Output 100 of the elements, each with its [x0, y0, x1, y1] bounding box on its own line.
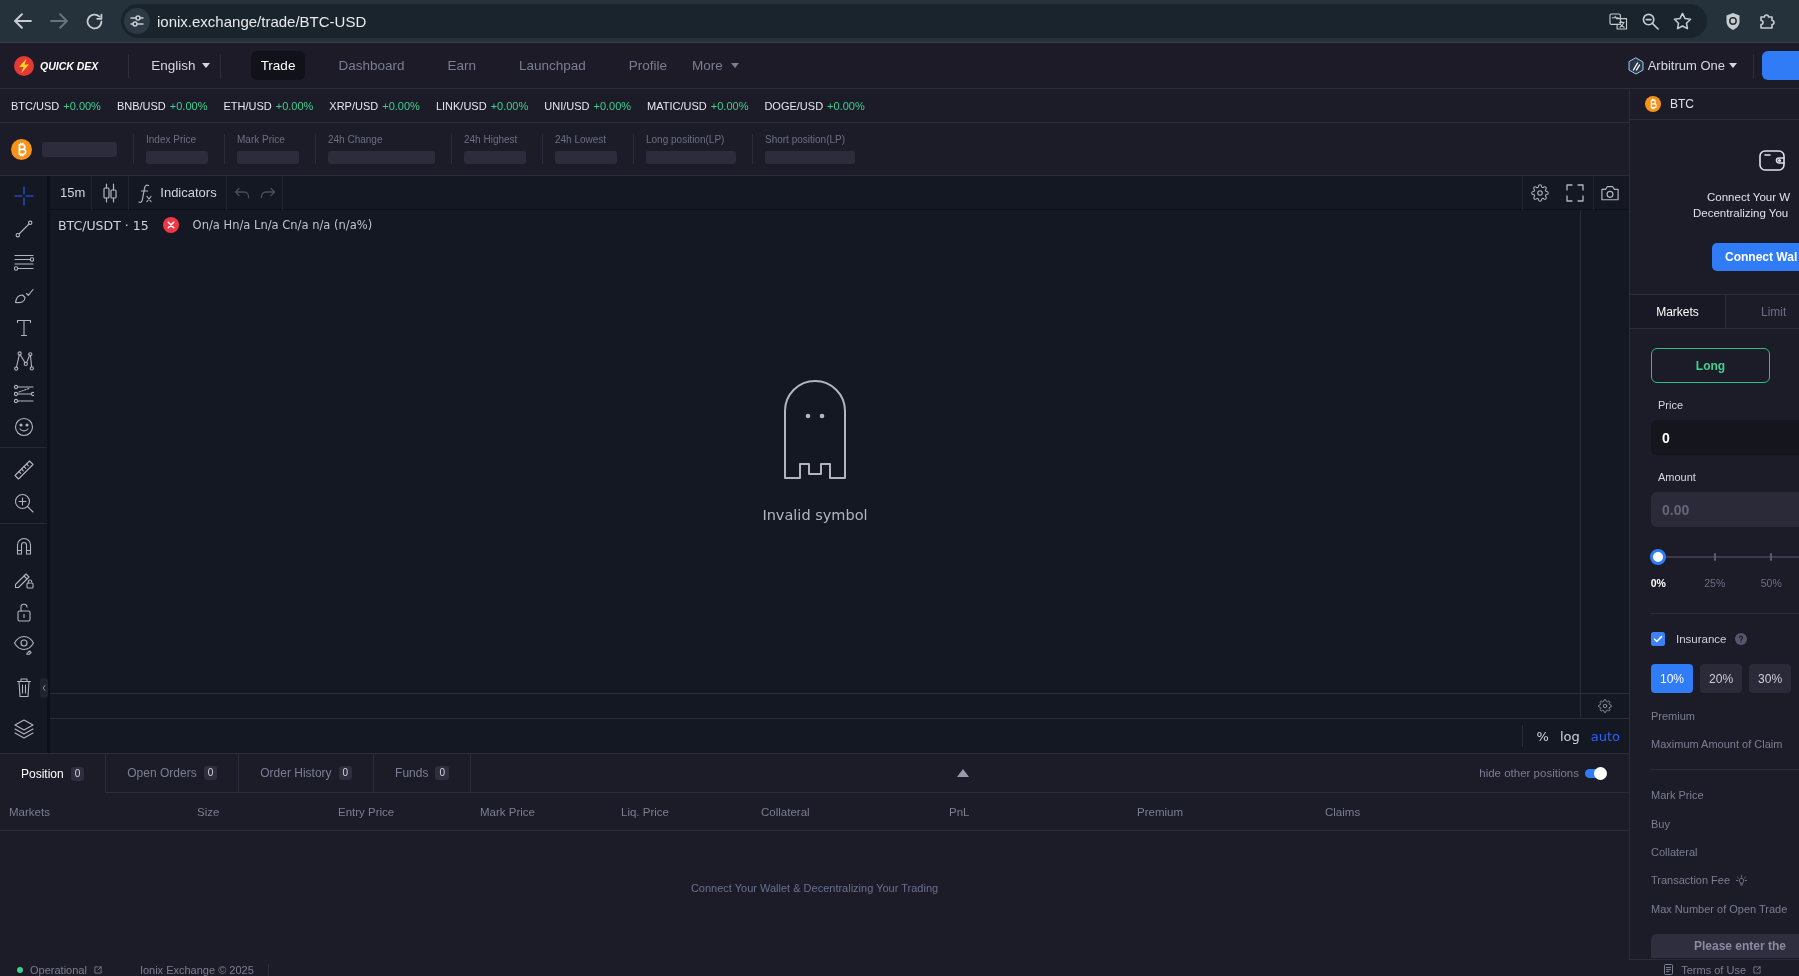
symbol-title: BTC/USDT · 15 [58, 217, 149, 233]
ticker-change: +0.00% [63, 99, 101, 112]
scale-mode-button[interactable]: log [1559, 728, 1580, 744]
shield-icon[interactable] [1725, 11, 1741, 31]
ticker-pair: LINK/USD [435, 99, 487, 112]
ticker-pair: DOGE/USD [764, 99, 824, 112]
column-header: Markets [9, 805, 50, 818]
count-badge: 0 [338, 766, 353, 780]
back-icon[interactable] [14, 13, 32, 29]
wallet-prompt-text: Connect Your W [1707, 190, 1791, 205]
nav-tab[interactable]: Trade [250, 51, 306, 80]
amount-input[interactable]: 0.00 [1651, 492, 1799, 527]
site-settings-icon[interactable] [124, 8, 150, 34]
column-header: Mark Price [480, 805, 535, 818]
toggle-label: hide other positions [1479, 767, 1579, 779]
price-input[interactable]: 0 [1651, 420, 1799, 455]
positions-tab[interactable]: Order History 0 [239, 754, 375, 792]
ticker-pair: BTC/USD [11, 99, 60, 112]
reload-icon[interactable] [86, 12, 103, 30]
ticker-change: +0.00% [593, 99, 632, 112]
lightbulb-icon[interactable] [1736, 874, 1748, 886]
column-header: PnL [949, 805, 970, 818]
terms-link[interactable]: Terms of Use [1681, 963, 1761, 976]
insurance-label: Insurance [1676, 633, 1727, 645]
column-header: Entry Price [338, 805, 395, 818]
column-header: Size [197, 805, 220, 818]
ticker-change: +0.00% [710, 99, 749, 112]
scale-mode-button[interactable]: % [1536, 728, 1549, 744]
scale-mode-button[interactable]: auto [1590, 728, 1620, 744]
star-icon[interactable] [1673, 12, 1692, 30]
stat-label: 24h Highest [464, 134, 519, 146]
ghost-icon [783, 380, 847, 480]
nav-tab[interactable]: Launchpad [508, 51, 596, 80]
nav-tab[interactable]: Profile [618, 51, 678, 80]
slider-mark-label[interactable]: 50% [1760, 577, 1782, 589]
trend-line-icon[interactable] [13, 218, 34, 239]
connect-wallet-button[interactable]: Connect Wal [1712, 243, 1799, 271]
network-select[interactable]: Arbitrum One [1627, 56, 1737, 75]
slider-thumb[interactable] [1650, 549, 1666, 565]
positions-tab[interactable]: Open Orders 0 [106, 754, 240, 792]
column-header: Collateral [761, 805, 810, 818]
ticker-change: +0.00% [490, 99, 529, 112]
external-link-icon [1753, 965, 1761, 974]
stat-label: 24h Change [328, 134, 384, 146]
settings-icon[interactable] [1531, 183, 1549, 202]
eye-icon[interactable] [13, 634, 34, 655]
interval-button[interactable]: 15m [50, 175, 92, 210]
column-header: Liq. Price [621, 805, 669, 818]
caret-down-icon [201, 63, 210, 68]
insurance-option[interactable]: 30% [1749, 664, 1792, 693]
slider-mark-label[interactable]: 0% [1650, 577, 1666, 589]
smiley-icon[interactable] [13, 416, 34, 437]
summary-label: Collateral [1651, 845, 1698, 859]
ticker-pair: XRP/USD [329, 99, 379, 112]
indicators-button[interactable]: Indicators [129, 175, 226, 210]
ticker-change: +0.00% [275, 99, 314, 112]
layers-icon[interactable] [13, 718, 34, 739]
stat-label: 24h Lowest [555, 134, 608, 146]
more-menu[interactable]: More [692, 58, 739, 73]
detail-label: Premium [1651, 709, 1695, 723]
lightning-logo-icon [14, 55, 34, 76]
count-badge: 0 [435, 766, 450, 780]
zoom-in-icon[interactable] [13, 492, 34, 513]
nav-tab[interactable]: Dashboard [328, 51, 415, 80]
bitcoin-icon [11, 138, 32, 160]
status-link[interactable]: Operational [30, 963, 102, 976]
stat-label: Index Price [146, 134, 198, 146]
network-icon [1627, 56, 1644, 75]
collapse-icon[interactable] [40, 678, 48, 698]
wallet-prompt-text: Decentralizing You [1693, 206, 1789, 221]
stat-label: Long position(LP) [646, 134, 726, 146]
zoom-out-icon[interactable] [1642, 12, 1659, 30]
positions-tab[interactable]: Funds 0 [374, 754, 472, 792]
side-button[interactable]: Long [1651, 348, 1770, 383]
external-link-icon [93, 965, 102, 974]
fullscreen-icon[interactable] [1566, 183, 1584, 202]
candles-icon[interactable] [102, 182, 119, 203]
detail-label: Maximum Amount of Claim [1651, 737, 1783, 751]
positions-tab[interactable]: Position 0 [0, 754, 107, 793]
pattern-icon[interactable] [13, 350, 34, 371]
ticker-pair: UNI/USD [544, 99, 590, 112]
insurance-option[interactable]: 10% [1651, 664, 1694, 693]
ruler-icon[interactable] [13, 459, 34, 480]
summary-label: Max Number of Open Trade [1651, 902, 1788, 916]
triangle-up-icon[interactable] [957, 769, 970, 777]
language-select[interactable]: English [151, 58, 210, 73]
settings-icon[interactable] [1598, 699, 1612, 713]
copyright-text: Ionix Exchange © 2025 [139, 963, 254, 976]
slider-track[interactable] [1650, 549, 1799, 565]
toggle-switch[interactable] [1585, 766, 1607, 780]
insurance-option[interactable]: 20% [1700, 664, 1743, 693]
count-badge: 0 [70, 766, 85, 781]
nav-tab[interactable]: Earn [437, 51, 486, 80]
address-bar[interactable]: ionix.exchange/trade/BTC-USD [121, 4, 1707, 38]
puzzle-icon[interactable] [1759, 12, 1777, 30]
translate-icon[interactable] [1609, 12, 1628, 30]
column-header: Premium [1137, 805, 1183, 818]
camera-icon[interactable] [1601, 184, 1619, 201]
parallel-lines-icon[interactable] [13, 383, 34, 404]
insurance-checkbox[interactable] [1651, 632, 1665, 646]
